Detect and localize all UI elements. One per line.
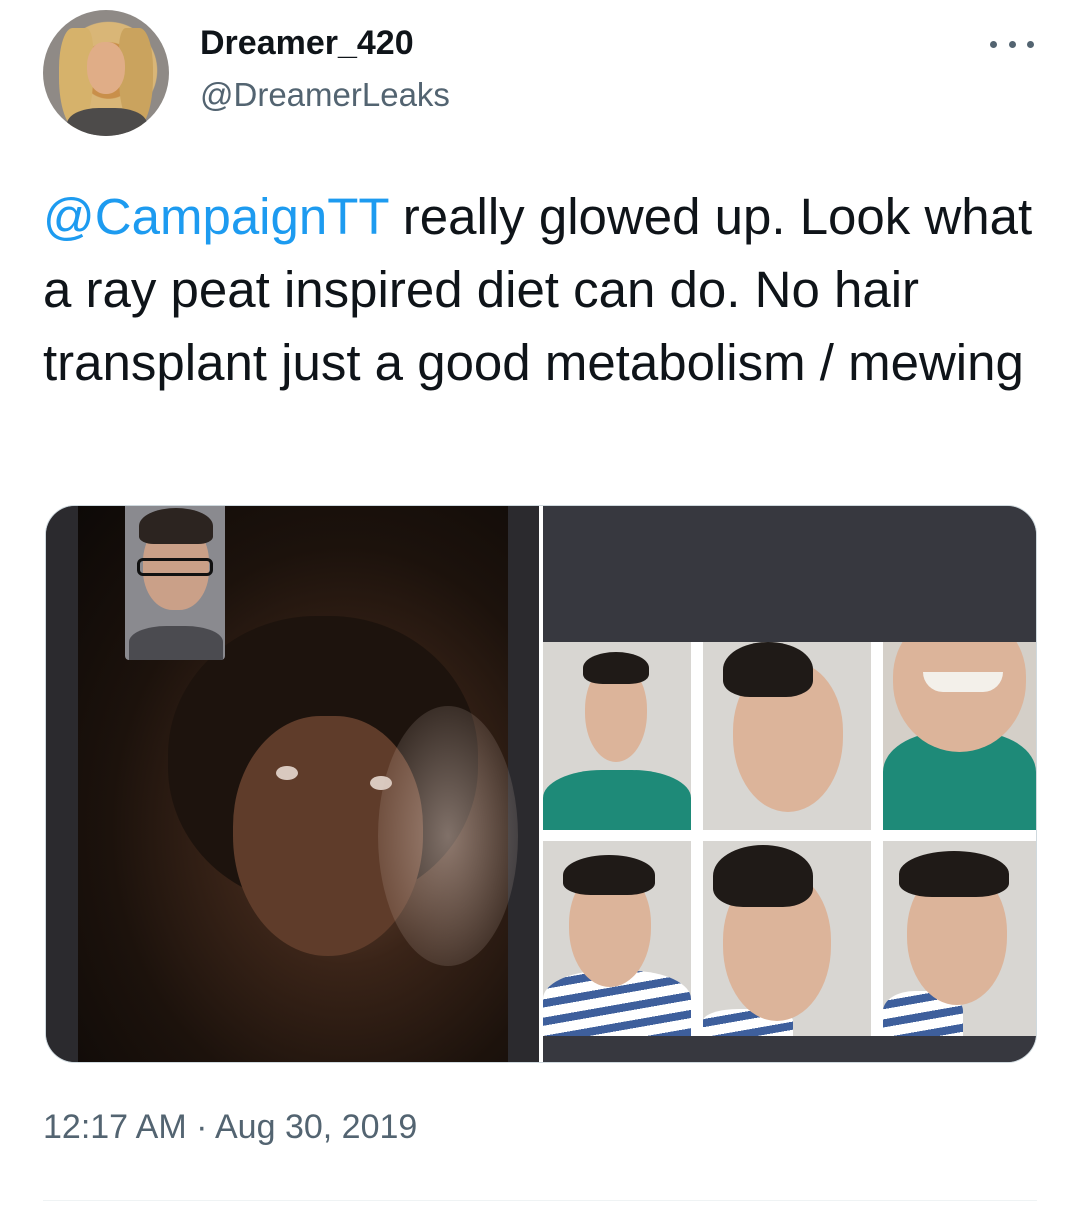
tweet-timestamp[interactable]: 12:17 AM · Aug 30, 2019: [43, 1108, 417, 1147]
photo-hair: [899, 851, 1009, 897]
pip-glasses: [137, 558, 213, 576]
media-photo-left[interactable]: [46, 506, 539, 1062]
photo-hair: [713, 845, 813, 907]
collage-photo-front-after: [543, 841, 691, 1036]
photo-hair: [563, 855, 655, 895]
author-handle[interactable]: @DreamerLeaks: [200, 76, 450, 114]
avatar-face: [87, 42, 125, 94]
video-call-screenshot: [78, 506, 518, 1062]
more-dot: [1027, 40, 1034, 48]
pip-shirt: [129, 626, 223, 660]
photo-head: [893, 642, 1026, 752]
tweet-date: Aug 30, 2019: [215, 1108, 418, 1146]
author-display-name[interactable]: Dreamer_420: [200, 24, 414, 63]
photo-hair: [723, 642, 813, 697]
more-dot: [1008, 40, 1016, 48]
more-options-icon[interactable]: [990, 34, 1034, 54]
photo-shirt: [543, 770, 691, 830]
collage-photo-profile-after: [703, 841, 871, 1036]
tweet-mention-link[interactable]: @CampaignTT: [43, 188, 389, 245]
tweet-media[interactable]: [45, 505, 1037, 1063]
pip-hair: [139, 508, 213, 544]
collage-photo-front-glasses: [543, 642, 691, 830]
photo-teeth: [923, 672, 1003, 692]
photo-glare: [378, 706, 518, 966]
timestamp-separator: ·: [186, 1108, 215, 1146]
tweet-time: 12:17 AM: [43, 1108, 187, 1146]
media-photo-right[interactable]: [543, 506, 1036, 1062]
more-dot: [990, 40, 997, 48]
avatar-shirt: [67, 108, 147, 136]
collage-photo-smile-braces: [883, 642, 1036, 830]
collage-photo-smile-after: [883, 841, 1036, 1036]
author-avatar[interactable]: [43, 10, 169, 136]
photo-hair: [583, 652, 649, 684]
picture-in-picture-thumbnail: [125, 506, 225, 660]
photo-collage: [543, 642, 1036, 1036]
photo-eye: [276, 766, 298, 780]
collage-photo-profile: [703, 642, 871, 830]
bottom-divider: [43, 1200, 1037, 1201]
tweet-text: @CampaignTT really glowed up. Look what …: [43, 180, 1043, 399]
